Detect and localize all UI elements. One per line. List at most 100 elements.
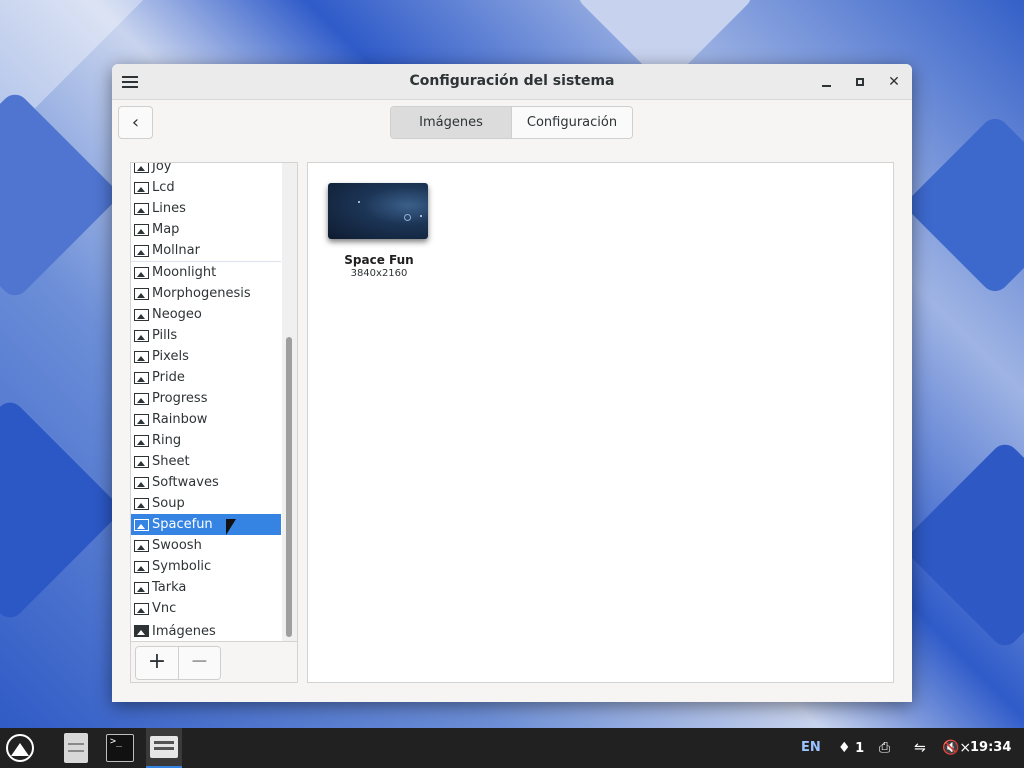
star-shape: [420, 215, 422, 217]
list-item-label: Ring: [152, 433, 182, 448]
image-icon: [134, 244, 149, 257]
list-item-label: Progress: [152, 391, 208, 406]
bell-icon: ♦: [838, 740, 851, 756]
list-actions: + −: [135, 646, 221, 680]
app-launcher-icon[interactable]: [6, 734, 34, 762]
list-item-selected[interactable]: Spacefun: [131, 514, 281, 535]
list-item-label: Imágenes: [152, 623, 216, 639]
list-item[interactable]: Vnc: [131, 598, 281, 619]
wallpaper-shape: [903, 113, 1024, 297]
list-footer: + −: [131, 641, 297, 682]
list-item[interactable]: Ring: [131, 430, 281, 451]
list-item[interactable]: Moonlight: [131, 262, 281, 283]
volume-muted-icon[interactable]: 🔇×: [942, 728, 971, 768]
list-item[interactable]: Rainbow: [131, 409, 281, 430]
star-shape: [358, 201, 360, 203]
list-item[interactable]: Neogeo: [131, 304, 281, 325]
image-icon: [134, 518, 149, 531]
wallpaper-card[interactable]: Space Fun 3840x2160: [328, 183, 430, 279]
chevron-left-icon: ‹: [131, 112, 140, 133]
wallpaper-shape: [898, 438, 1024, 652]
image-icon: [134, 266, 149, 279]
keyboard-layout-indicator[interactable]: EN: [801, 728, 821, 768]
wallpaper-thumbnail[interactable]: [328, 183, 428, 239]
minimize-icon: [821, 85, 831, 87]
wallpaper-shape: [0, 396, 124, 624]
list-item[interactable]: Pride: [131, 367, 281, 388]
list-item-label: Joy: [152, 163, 172, 174]
wallpaper-grid: Space Fun 3840x2160: [307, 162, 894, 683]
list-item-label: Soup: [152, 496, 185, 511]
list-item[interactable]: Mollnar: [131, 240, 281, 261]
list-item-label: Symbolic: [152, 559, 212, 574]
list-scroll-area[interactable]: Joy Lcd Lines Map Mollnar Moonlight Morp…: [131, 163, 281, 641]
image-icon: [134, 392, 149, 405]
list-item-folder[interactable]: Imágenes: [131, 620, 281, 641]
list-item-label: Vnc: [152, 601, 177, 616]
image-icon: [134, 476, 149, 489]
list-item-label: Morphogenesis: [152, 286, 251, 301]
image-icon: [134, 163, 149, 173]
taskbar: >_ EN ♦ 1 ⎙ ⇋ 🔇× 19:34: [0, 728, 1024, 768]
list-item[interactable]: Map: [131, 219, 281, 240]
list-item-label: Neogeo: [152, 307, 202, 322]
wallpaper-folder-list: Joy Lcd Lines Map Mollnar Moonlight Morp…: [130, 162, 298, 683]
list-item-label: Pride: [152, 370, 185, 385]
list-item[interactable]: Tarka: [131, 577, 281, 598]
add-folder-button[interactable]: +: [136, 647, 178, 679]
image-icon: [134, 455, 149, 468]
terminal-icon[interactable]: >_: [106, 734, 134, 762]
list-item-label: Map: [152, 222, 180, 237]
minimize-button[interactable]: [817, 73, 835, 91]
close-button[interactable]: ✕: [885, 73, 903, 91]
list-item-label: Lcd: [152, 180, 175, 195]
settings-app-icon: [150, 736, 178, 758]
list-item[interactable]: Sheet: [131, 451, 281, 472]
back-button[interactable]: ‹: [118, 106, 153, 139]
image-icon: [134, 560, 149, 573]
notifications-indicator[interactable]: ♦ 1: [838, 728, 864, 768]
list-item[interactable]: Pills: [131, 325, 281, 346]
title-bar[interactable]: Configuración del sistema ✕: [112, 64, 912, 100]
list-item[interactable]: Soup: [131, 493, 281, 514]
image-icon: [134, 287, 149, 300]
list-item-label: Swoosh: [152, 538, 202, 553]
settings-window: Configuración del sistema ✕ ‹ Imágenes C…: [112, 64, 912, 702]
image-icon: [134, 350, 149, 363]
image-icon: [134, 539, 149, 552]
list-item[interactable]: Pixels: [131, 346, 281, 367]
image-icon: [134, 181, 149, 194]
list-item[interactable]: Softwaves: [131, 472, 281, 493]
list-item[interactable]: Lines: [131, 198, 281, 219]
image-icon: [134, 497, 149, 510]
list-item[interactable]: Joy: [131, 163, 281, 177]
printer-icon[interactable]: ⎙: [879, 728, 890, 768]
notifications-count: 1: [855, 741, 865, 756]
list-item[interactable]: Lcd: [131, 177, 281, 198]
list-item[interactable]: Symbolic: [131, 556, 281, 577]
taskbar-settings-app[interactable]: [146, 728, 182, 768]
image-icon: [134, 223, 149, 236]
list-item[interactable]: Morphogenesis: [131, 283, 281, 304]
wallpaper-shape: [0, 88, 122, 302]
list-item[interactable]: Progress: [131, 388, 281, 409]
window-title: Configuración del sistema: [409, 73, 615, 89]
list-item-label: Lines: [152, 201, 186, 216]
image-icon: [134, 581, 149, 594]
maximize-button[interactable]: [851, 73, 869, 91]
close-icon: ✕: [888, 74, 900, 90]
scrollbar-thumb[interactable]: [286, 337, 292, 637]
wallpaper-resolution: 3840x2160: [350, 268, 408, 279]
file-manager-icon[interactable]: [64, 733, 88, 763]
list-item-label: Rainbow: [152, 412, 208, 427]
image-icon: [134, 308, 149, 321]
remove-folder-button[interactable]: −: [178, 647, 220, 679]
clock[interactable]: 19:34: [970, 728, 1011, 768]
tab-configuracion[interactable]: Configuración: [511, 107, 632, 138]
network-disconnected-icon[interactable]: ⇋: [914, 728, 926, 768]
tab-imagenes[interactable]: Imágenes: [391, 107, 511, 138]
list-item-label: Softwaves: [152, 475, 219, 490]
image-icon: [134, 602, 149, 615]
maximize-icon: [856, 78, 864, 86]
list-item[interactable]: Swoosh: [131, 535, 281, 556]
